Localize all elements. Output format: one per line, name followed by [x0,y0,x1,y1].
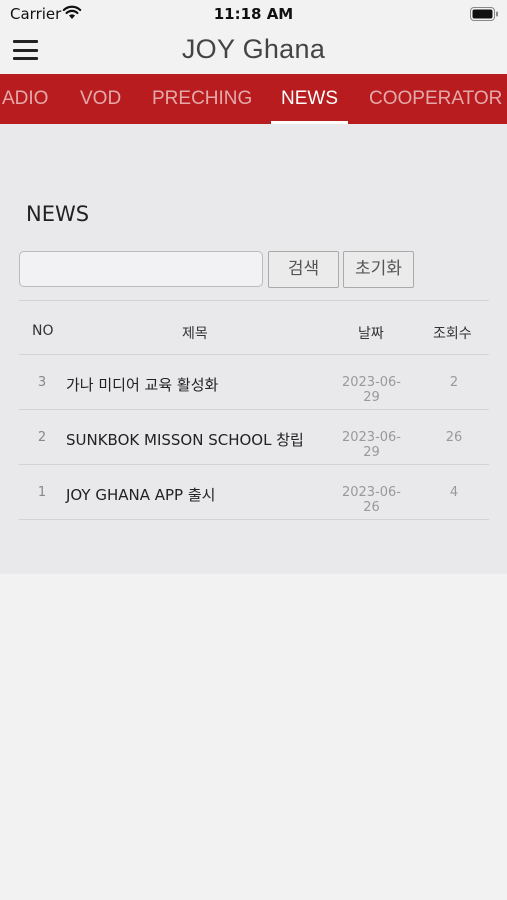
category-tab-bar: ADIO VOD PRECHING NEWS COOPERATOR [0,74,507,124]
battery-icon [470,6,499,25]
table-row[interactable]: 3 가나 미디어 교육 활성화 2023-06-29 2 [19,355,489,409]
row-number: 2 [37,430,47,445]
header-views: 조회수 [433,326,472,342]
row-date: 2023-06-29 [341,430,401,460]
tab-audio[interactable]: ADIO [2,74,48,124]
status-time: 11:18 AM [213,5,294,23]
navigation-bar: JOY Ghana [0,28,507,74]
tab-news[interactable]: NEWS [271,74,348,124]
app-title: JOY Ghana [181,34,326,64]
row-views: 26 [445,430,463,445]
row-date: 2023-06-26 [341,485,401,515]
header-date: 날짜 [358,326,384,342]
header-title: 제목 [182,326,208,342]
header-no: NO [32,323,54,339]
tab-cooperator[interactable]: COOPERATOR [369,74,502,124]
reset-button[interactable]: 초기화 [343,251,414,288]
table-row[interactable]: 2 SUNKBOK MISSON SCHOOL 창립 2023-06-29 26 [19,410,489,464]
table-row[interactable]: 1 JOY GHANA APP 출시 2023-06-26 4 [19,465,489,519]
row-number: 3 [37,375,47,390]
divider [19,519,489,520]
divider [19,300,489,301]
status-bar: Carrier 11:18 AM [0,0,507,28]
row-title-link[interactable]: SUNKBOK MISSON SCHOOL 창립 [66,429,304,450]
row-date: 2023-06-29 [341,375,401,405]
row-views: 4 [449,485,459,500]
row-views: 2 [449,375,459,390]
row-number: 1 [37,485,47,500]
search-button[interactable]: 검색 [268,251,339,288]
news-board: NEWS 검색 초기화 NO 제목 날짜 조회수 3 가나 미디어 교육 활성화… [0,124,507,574]
row-title-link[interactable]: JOY GHANA APP 출시 [66,484,215,505]
tab-preaching[interactable]: PRECHING [152,74,252,124]
tab-vod[interactable]: VOD [80,74,121,124]
search-input[interactable] [19,251,263,287]
page-title: NEWS [26,202,90,226]
row-title-link[interactable]: 가나 미디어 교육 활성화 [66,374,218,395]
